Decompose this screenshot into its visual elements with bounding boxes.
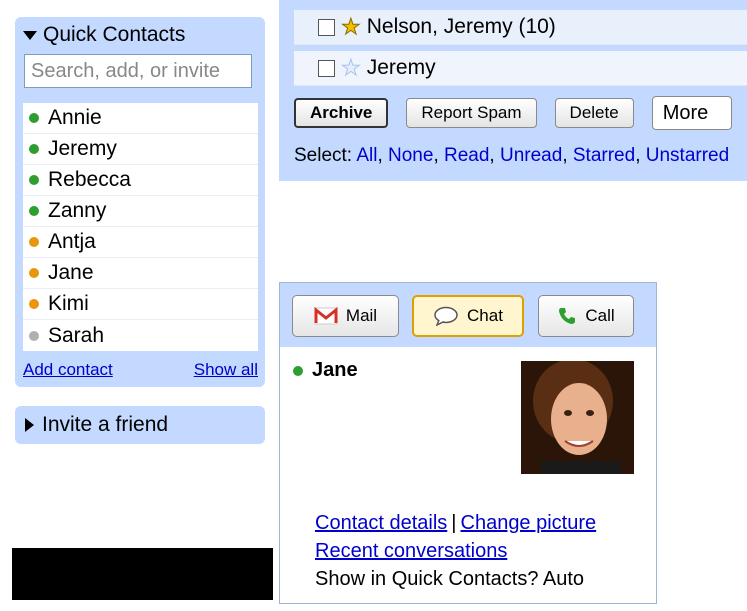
quick-contacts-panel: Quick Contacts Annie Jeremy Rebecca Zann…: [15, 17, 265, 387]
mail-sender: Jeremy: [366, 56, 436, 79]
show-in-quick-contacts-label: Show in Quick Contacts?: [315, 568, 539, 590]
status-online-icon: [29, 144, 39, 154]
link-separator: |: [451, 512, 457, 534]
expand-triangle-icon: [25, 418, 34, 432]
mail-row[interactable]: ★ Nelson, Jeremy (10): [294, 10, 747, 45]
select-all-link[interactable]: All: [356, 145, 377, 166]
gmail-envelope-icon: [314, 307, 338, 325]
chat-button[interactable]: Chat: [412, 295, 524, 337]
contact-name: Jeremy: [48, 137, 117, 160]
mail-toolbar: Archive Report Spam Delete More: [294, 96, 732, 130]
select-starred-link[interactable]: Starred: [573, 145, 635, 166]
mail-sender: Nelson, Jeremy (10): [366, 15, 556, 38]
contact-name: Rebecca: [48, 168, 131, 191]
select-bar: Select: All, None, Read, Unread, Starred…: [294, 145, 730, 166]
row-checkbox[interactable]: [318, 18, 335, 36]
contact-details-link[interactable]: Contact details: [315, 512, 447, 534]
status-idle-icon: [29, 268, 39, 278]
invite-friend-label: Invite a friend: [42, 413, 169, 436]
chat-button-label: Chat: [467, 306, 503, 325]
status-idle-icon: [29, 237, 39, 247]
add-contact-link[interactable]: Add contact: [23, 360, 113, 380]
delete-button[interactable]: Delete: [554, 98, 634, 128]
status-online-icon: [29, 113, 39, 123]
archive-button[interactable]: Archive: [294, 98, 389, 128]
contact-item-jeremy[interactable]: Jeremy: [23, 134, 258, 165]
star-filled-icon[interactable]: ★: [341, 15, 362, 38]
contact-list: Annie Jeremy Rebecca Zanny Antja Jane Ki…: [23, 103, 258, 351]
change-picture-link[interactable]: Change picture: [461, 512, 597, 534]
recent-conversations-link[interactable]: Recent conversations: [315, 540, 507, 562]
contact-item-kimi[interactable]: Kimi: [23, 289, 258, 320]
select-prefix: Select:: [294, 145, 353, 166]
contact-item-antja[interactable]: Antja: [23, 227, 258, 258]
contact-item-annie[interactable]: Annie: [23, 103, 258, 134]
quick-contacts-title: Quick Contacts: [43, 23, 186, 46]
row-checkbox[interactable]: [318, 59, 335, 77]
status-online-icon: [29, 175, 39, 185]
more-actions-dropdown[interactable]: More: [651, 96, 732, 130]
report-spam-button[interactable]: Report Spam: [406, 98, 537, 128]
contact-name: Sarah: [48, 323, 105, 347]
contact-name: Annie: [48, 106, 102, 129]
contact-item-rebecca[interactable]: Rebecca: [23, 165, 258, 196]
collapse-triangle-icon: [23, 30, 37, 40]
mail-button[interactable]: Mail: [292, 295, 399, 337]
mail-row[interactable]: ★ Jeremy: [294, 51, 747, 86]
status-online-icon: [293, 365, 303, 376]
mail-list-panel: ★ Nelson, Jeremy (10) ★ Jeremy Archive R…: [279, 0, 747, 181]
phone-icon: [557, 306, 577, 326]
contact-item-jane[interactable]: Jane: [23, 258, 258, 289]
contact-item-sarah[interactable]: Sarah: [23, 320, 258, 351]
quick-contacts-footer: Add contact Show all: [23, 357, 258, 383]
call-button[interactable]: Call: [538, 295, 634, 337]
status-offline-icon: [29, 330, 39, 341]
chat-bubble-icon: [433, 306, 459, 326]
select-unstarred-link[interactable]: Unstarred: [646, 145, 729, 166]
status-idle-icon: [29, 299, 39, 309]
contact-card: Mail Chat Call Jane Contact details | Ch…: [279, 282, 657, 604]
contact-card-links: Contact details | Change picture Recent co…: [315, 509, 596, 593]
contact-card-actions: Mail Chat Call: [280, 283, 656, 347]
mail-button-label: Mail: [345, 306, 378, 325]
call-button-label: Call: [585, 306, 615, 325]
contact-search-input[interactable]: [24, 54, 252, 88]
select-read-link[interactable]: Read: [444, 145, 489, 166]
contact-card-name-row: Jane: [293, 359, 358, 382]
star-empty-icon[interactable]: ★: [341, 56, 362, 79]
redacted-bar: [12, 548, 273, 600]
status-online-icon: [29, 206, 39, 216]
show-all-link[interactable]: Show all: [194, 360, 258, 380]
contact-name: Jane: [48, 261, 94, 284]
select-none-link[interactable]: None: [388, 145, 433, 166]
contact-photo: [521, 361, 634, 474]
select-unread-link[interactable]: Unread: [500, 145, 562, 166]
quick-contacts-header[interactable]: Quick Contacts: [23, 23, 253, 47]
contact-name: Zanny: [48, 199, 107, 222]
contact-item-zanny[interactable]: Zanny: [23, 196, 258, 227]
invite-friend-toggle[interactable]: Invite a friend: [15, 406, 265, 444]
contact-name: Antja: [48, 230, 96, 253]
contact-card-name: Jane: [312, 359, 358, 381]
contact-name: Kimi: [48, 292, 89, 315]
show-in-quick-contacts-value[interactable]: Auto: [543, 568, 584, 590]
